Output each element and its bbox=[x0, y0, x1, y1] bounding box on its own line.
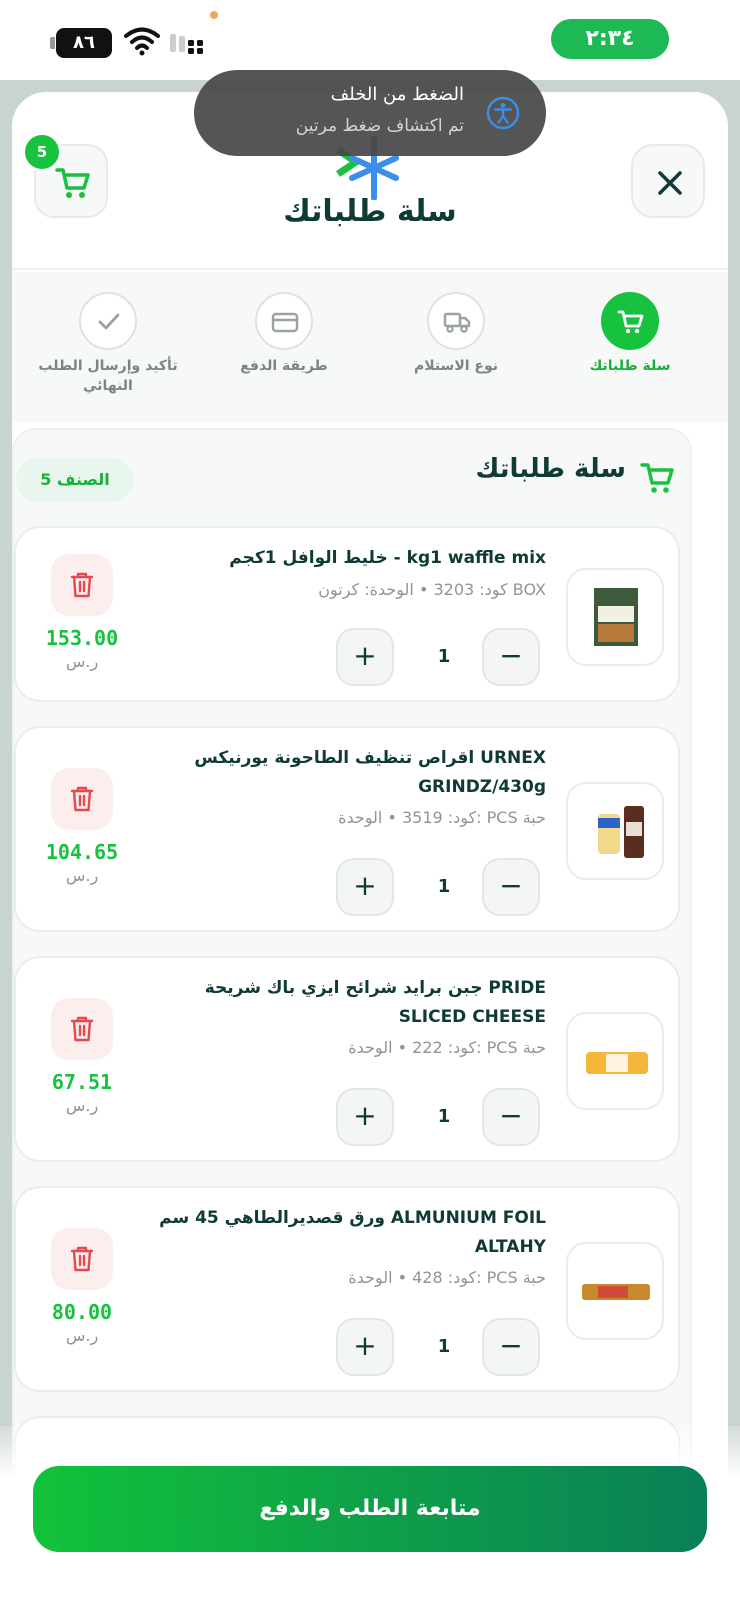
step-circle bbox=[255, 292, 313, 350]
battery-indicator: ٨٦ bbox=[50, 28, 112, 58]
step-cart[interactable]: سلة طلباتك bbox=[550, 292, 710, 412]
product-meta: كود: 3519 • الوحدة: PCS حبة bbox=[338, 808, 546, 827]
cart-item: جبن برايد شرائح ايزي باك شريحة PRIDE SLI… bbox=[14, 956, 680, 1162]
signal-icon bbox=[170, 34, 203, 54]
cart-sheet: سلة طلباتك 5 سلة طلباتك نوع الاستلام طري… bbox=[12, 92, 728, 1600]
delete-item-button[interactable] bbox=[51, 998, 113, 1060]
cart-icon bbox=[55, 168, 90, 198]
step-circle bbox=[427, 292, 485, 350]
toast-title: الضغط من الخلف bbox=[330, 84, 464, 105]
item-price: 67.51 bbox=[51, 1070, 113, 1094]
cart-item: اقراص تنظيف الطاحونة يورنيكس URNEX GRIND… bbox=[14, 726, 680, 932]
step-circle bbox=[79, 292, 137, 350]
close-button[interactable] bbox=[631, 144, 705, 218]
product-meta: كود: 222 • الوحدة: PCS حبة bbox=[348, 1038, 546, 1057]
accessibility-toast: الضغط من الخلف تم اكتشاف ضغط مرتين bbox=[194, 70, 546, 156]
cart-title: سلة طلباتك bbox=[475, 454, 626, 484]
product-meta: كود: 3203 • الوحدة: كرتون BOX bbox=[318, 580, 546, 599]
step-circle bbox=[601, 292, 659, 350]
cart-icon bbox=[617, 310, 644, 334]
delete-item-button[interactable] bbox=[51, 1228, 113, 1290]
decrease-qty-button[interactable]: − bbox=[482, 858, 540, 916]
product-name: جبن برايد شرائح ايزي باك شريحة PRIDE SLI… bbox=[204, 978, 546, 1027]
product-meta: كود: 428 • الوحدة: PCS حبة bbox=[348, 1268, 546, 1287]
item-price: 153.00 bbox=[45, 626, 119, 650]
checkout-button[interactable]: متابعة الطلب والدفع bbox=[33, 1466, 707, 1552]
item-count-badge: 5 الصنف bbox=[16, 458, 134, 502]
checkout-footer: متابعة الطلب والدفع bbox=[0, 1426, 740, 1600]
step-label: سلة طلباتك bbox=[589, 358, 671, 374]
item-price: 80.00 bbox=[51, 1300, 113, 1324]
product-name: ورق قصديرالطاهي 45 سم ALMUNIUM FOIL ALTA… bbox=[159, 1208, 546, 1257]
increase-qty-button[interactable]: + bbox=[336, 1318, 394, 1376]
check-icon bbox=[98, 313, 120, 330]
cart-count-badge: 5 bbox=[22, 132, 62, 172]
cart-item: خليط الوافل 1كجم - kg1 waffle mix كود: 3… bbox=[14, 526, 680, 702]
step-payment[interactable]: طريقة الدفع bbox=[204, 292, 364, 412]
product-image bbox=[566, 1242, 664, 1340]
trash-icon bbox=[70, 572, 94, 598]
toast-subtitle: تم اكتشاف ضغط مرتين bbox=[295, 116, 464, 136]
trash-icon bbox=[70, 1246, 94, 1272]
wifi-icon bbox=[124, 27, 160, 56]
trash-icon bbox=[70, 786, 94, 812]
page-title: سلة طلباتك bbox=[283, 194, 457, 229]
product-image bbox=[566, 568, 664, 666]
accessibility-icon bbox=[486, 96, 520, 130]
status-bar: ٨٦ ٢:٣٤ bbox=[0, 0, 740, 80]
cart-panel: سلة طلباتك 5 الصنف خليط الوافل 1كجم - kg… bbox=[12, 428, 692, 1536]
truck-icon bbox=[443, 312, 471, 333]
step-delivery[interactable]: نوع الاستلام bbox=[376, 292, 536, 412]
delete-item-button[interactable] bbox=[51, 554, 113, 616]
cart-item: ورق قصديرالطاهي 45 سم ALMUNIUM FOIL ALTA… bbox=[14, 1186, 680, 1392]
quantity-value: 1 bbox=[437, 646, 451, 667]
increase-qty-button[interactable]: + bbox=[336, 858, 394, 916]
step-label: طريقة الدفع bbox=[240, 358, 328, 374]
card-icon bbox=[271, 312, 299, 333]
step-label: تأكيد وإرسال الطلب النهائي bbox=[38, 358, 178, 394]
quantity-value: 1 bbox=[437, 1106, 451, 1127]
decrease-qty-button[interactable]: − bbox=[482, 1088, 540, 1146]
currency-label: ر.س bbox=[65, 652, 99, 671]
time-pill: ٢:٣٤ bbox=[551, 19, 669, 59]
item-price: 104.65 bbox=[45, 840, 119, 864]
currency-label: ر.س bbox=[65, 1096, 99, 1115]
quantity-value: 1 bbox=[437, 876, 451, 897]
currency-label: ر.س bbox=[65, 1326, 99, 1345]
cart-icon bbox=[640, 463, 674, 493]
close-icon bbox=[658, 171, 682, 195]
decrease-qty-button[interactable]: − bbox=[482, 1318, 540, 1376]
increase-qty-button[interactable]: + bbox=[336, 1088, 394, 1146]
increase-qty-button[interactable]: + bbox=[336, 628, 394, 686]
product-image bbox=[566, 782, 664, 880]
decrease-qty-button[interactable]: − bbox=[482, 628, 540, 686]
step-confirm[interactable]: تأكيد وإرسال الطلب النهائي bbox=[28, 292, 188, 412]
step-label: نوع الاستلام bbox=[413, 358, 499, 374]
product-name: اقراص تنظيف الطاحونة يورنيكس URNEX GRIND… bbox=[194, 748, 546, 797]
privacy-dot bbox=[210, 11, 218, 19]
checkout-steps: سلة طلباتك نوع الاستلام طريقة الدفع تأكي… bbox=[12, 272, 728, 422]
delete-item-button[interactable] bbox=[51, 768, 113, 830]
product-image bbox=[566, 1012, 664, 1110]
quantity-value: 1 bbox=[437, 1336, 451, 1357]
currency-label: ر.س bbox=[65, 866, 99, 885]
product-name: خليط الوافل 1كجم - kg1 waffle mix bbox=[229, 548, 546, 568]
trash-icon bbox=[70, 1016, 94, 1042]
